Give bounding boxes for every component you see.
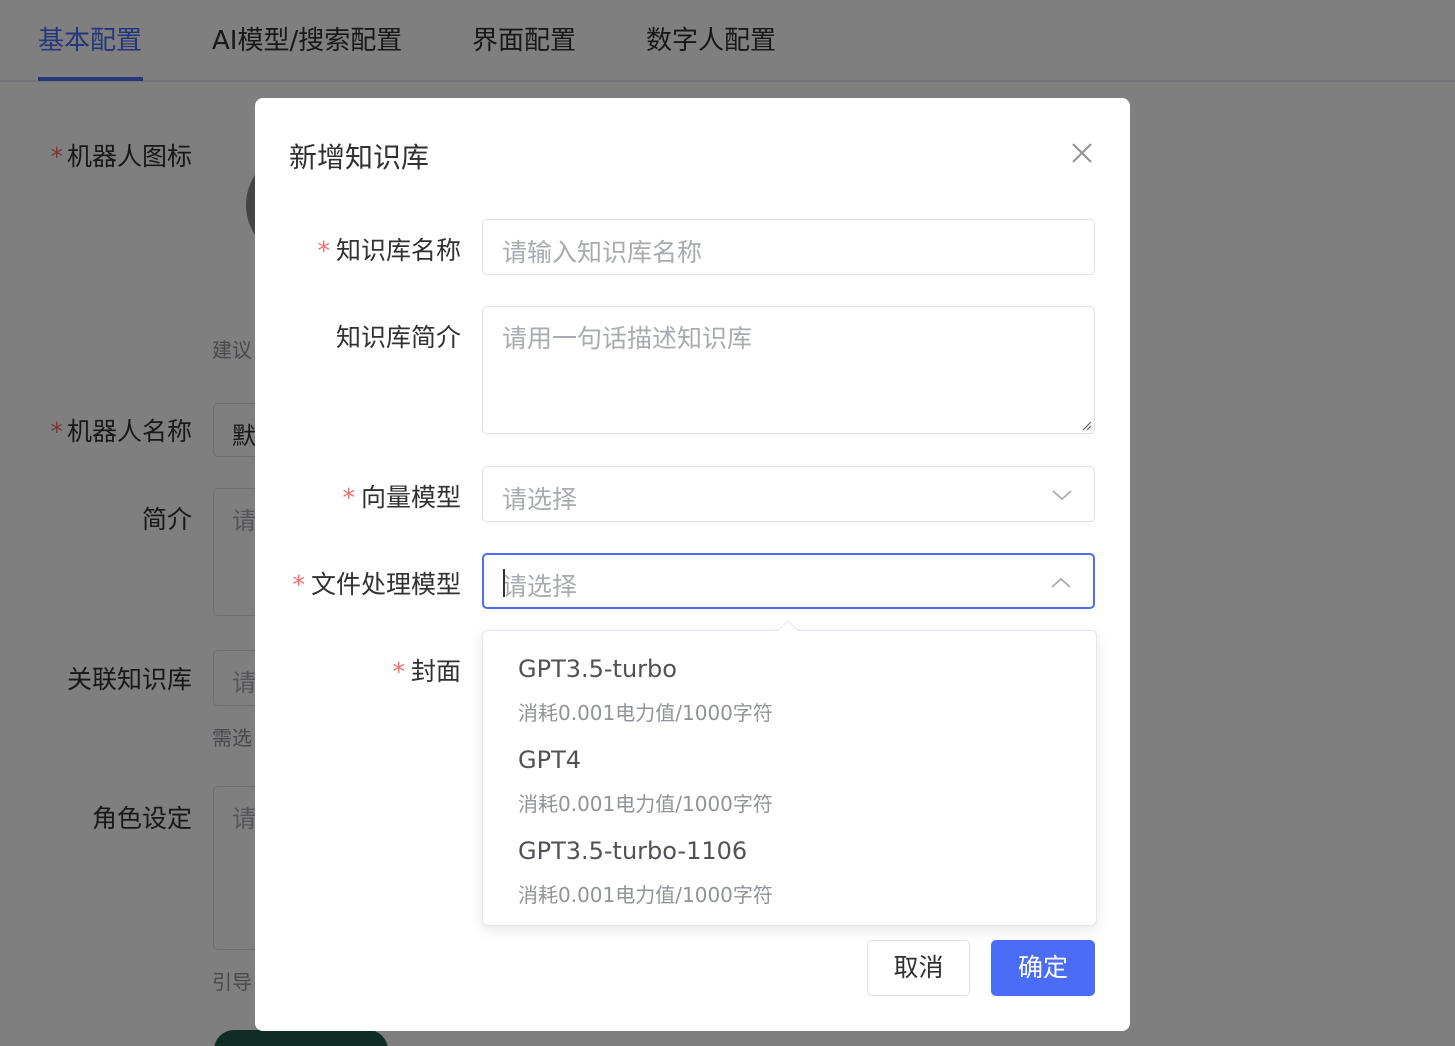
file-model-label: * 文件处理模型: [292, 570, 461, 599]
close-icon: [1072, 143, 1092, 163]
file-model-select[interactable]: 请选择: [482, 553, 1095, 609]
option-name: GPT4: [518, 746, 581, 774]
option-name: GPT3.5-turbo: [518, 655, 677, 683]
text-cursor: [503, 569, 505, 597]
cancel-button[interactable]: 取消: [867, 940, 970, 996]
option-cost: 消耗0.001电力值/1000字符: [518, 883, 773, 907]
option-gpt4[interactable]: GPT4 消耗0.001电力值/1000字符: [483, 722, 1096, 816]
add-knowledge-base-dialog: 新增知识库 * 知识库名称 请输入知识库名称 知识库简介 请用一句话描述知识库 *…: [255, 98, 1130, 1031]
dialog-title: 新增知识库: [289, 141, 430, 174]
option-name: GPT3.5-turbo-1106: [518, 837, 748, 865]
file-model-dropdown: GPT3.5-turbo 消耗0.001电力值/1000字符 GPT4 消耗0.…: [482, 620, 1097, 926]
kb-name-placeholder: 请输入知识库名称: [502, 238, 703, 267]
vector-model-label: * 向量模型: [342, 483, 461, 512]
vector-model-select[interactable]: 请选择: [482, 466, 1095, 522]
cover-label: * 封面: [392, 657, 461, 686]
confirm-button[interactable]: 确定: [991, 940, 1095, 996]
kb-desc-label: 知识库简介: [335, 323, 461, 352]
vector-model-placeholder: 请选择: [502, 485, 578, 514]
kb-name-input[interactable]: 请输入知识库名称: [482, 219, 1095, 275]
option-gpt35-turbo[interactable]: GPT3.5-turbo 消耗0.001电力值/1000字符: [483, 631, 1096, 725]
kb-desc-placeholder: 请用一句话描述知识库: [502, 324, 753, 353]
kb-desc-textarea[interactable]: 请用一句话描述知识库: [482, 306, 1095, 434]
kb-name-label: * 知识库名称: [317, 236, 461, 265]
resize-handle-icon[interactable]: [1080, 419, 1092, 431]
chevron-down-icon: [1052, 490, 1072, 501]
file-model-placeholder: 请选择: [502, 572, 578, 601]
close-button[interactable]: [1065, 136, 1099, 170]
chevron-up-icon: [1051, 577, 1071, 588]
option-gpt35-turbo-1106[interactable]: GPT3.5-turbo-1106 消耗0.001电力值/1000字符: [483, 813, 1096, 907]
